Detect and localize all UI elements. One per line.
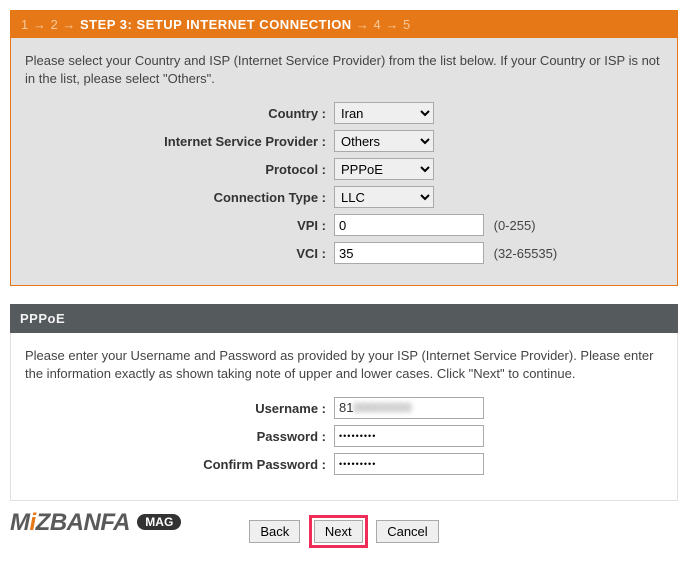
vci-input[interactable] <box>334 242 484 264</box>
password-label: Password : <box>25 422 330 450</box>
vpi-label: VPI : <box>25 211 330 239</box>
isp-label: Internet Service Provider : <box>25 127 330 155</box>
vpi-hint: (0-255) <box>494 218 536 233</box>
next-highlight: Next <box>309 515 368 548</box>
protocol-label: Protocol : <box>25 155 330 183</box>
country-label: Country : <box>25 99 330 127</box>
pppoe-panel: PPPoE Please enter your Username and Pas… <box>10 304 678 501</box>
connection-instructions: Please select your Country and ISP (Inte… <box>25 52 663 87</box>
vci-label: VCI : <box>25 239 330 267</box>
vpi-input[interactable] <box>334 214 484 236</box>
country-select[interactable]: Iran <box>334 102 434 124</box>
step-4: 4 <box>373 17 381 32</box>
step-1: 1 <box>21 17 29 32</box>
step-2: 2 <box>50 17 58 32</box>
confirm-password-label: Confirm Password : <box>25 450 330 478</box>
pppoe-title: PPPoE <box>10 304 678 333</box>
username-label: Username : <box>25 394 330 422</box>
pppoe-instructions: Please enter your Username and Password … <box>25 347 663 382</box>
protocol-select[interactable]: PPPoE <box>334 158 434 180</box>
conn-type-select[interactable]: LLC <box>334 186 434 208</box>
isp-select[interactable]: Others <box>334 130 434 152</box>
back-button[interactable]: Back <box>249 520 300 543</box>
step-5: 5 <box>403 17 411 32</box>
footer: MiZBANFA MAG Back Next Cancel <box>10 509 678 552</box>
wizard-breadcrumb: 1 → 2 → STEP 3: SETUP INTERNET CONNECTIO… <box>11 11 677 38</box>
username-input[interactable]: 8100000000 <box>334 397 484 419</box>
next-button[interactable]: Next <box>314 520 363 543</box>
conn-type-label: Connection Type : <box>25 183 330 211</box>
password-input[interactable] <box>334 425 484 447</box>
connection-form-body: Please select your Country and ISP (Inte… <box>11 38 677 285</box>
brand-tag: MAG <box>137 514 181 530</box>
vci-hint: (32-65535) <box>494 246 558 261</box>
setup-step-panel: 1 → 2 → STEP 3: SETUP INTERNET CONNECTIO… <box>10 10 678 286</box>
pppoe-body: Please enter your Username and Password … <box>10 333 678 501</box>
step-current: STEP 3: SETUP INTERNET CONNECTION <box>80 17 352 32</box>
confirm-password-input[interactable] <box>334 453 484 475</box>
brand-logo: MiZBANFA MAG <box>10 509 181 537</box>
cancel-button[interactable]: Cancel <box>376 520 438 543</box>
